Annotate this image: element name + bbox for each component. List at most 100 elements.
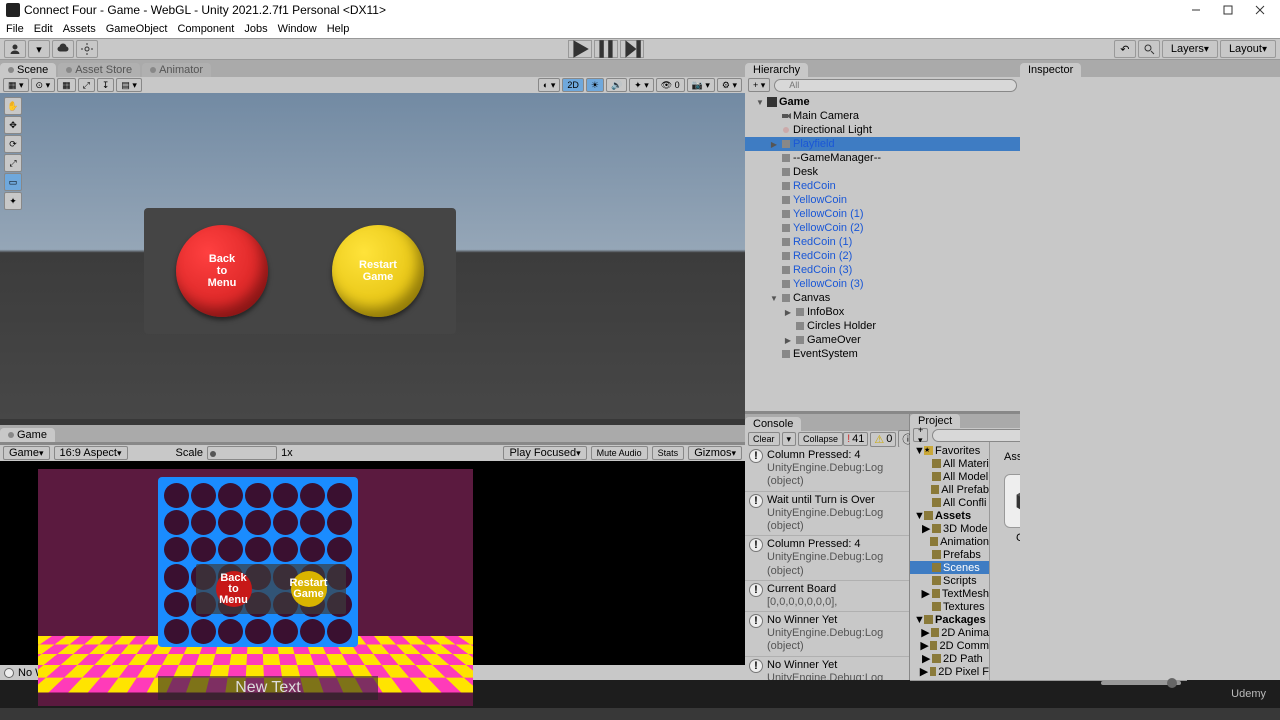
tab-animator[interactable]: Animator xyxy=(142,63,211,77)
scene-viewport[interactable]: ✋ ✥ ⟳ ⤢ ▭ ✦ Back to Menu Restart Game xyxy=(0,93,745,419)
tab-game[interactable]: Game xyxy=(0,428,55,442)
hierarchy-item[interactable]: ▶GameOver xyxy=(745,333,1020,347)
account-icon[interactable] xyxy=(4,40,26,58)
tab-hierarchy[interactable]: Hierarchy xyxy=(745,63,808,77)
project-tree-item[interactable]: ▶ 2D Pixel F xyxy=(910,665,989,678)
project-tree-item[interactable]: All Prefab xyxy=(910,483,989,496)
collapse-toggle[interactable]: Collapse xyxy=(798,432,843,446)
hidden-toggle[interactable]: 👁 0 xyxy=(656,78,685,92)
play-button[interactable] xyxy=(568,40,592,58)
hierarchy-item[interactable]: YellowCoin (1) xyxy=(745,207,1020,221)
menu-file[interactable]: File xyxy=(6,23,24,35)
menu-component[interactable]: Component xyxy=(177,23,234,35)
minimize-button[interactable] xyxy=(1182,1,1210,19)
lighting-toggle[interactable]: ☀ xyxy=(586,78,604,92)
menu-window[interactable]: Window xyxy=(278,23,317,35)
create-dropdown[interactable]: + ▾ xyxy=(748,78,770,92)
project-tree-item[interactable]: Scenes xyxy=(910,561,989,574)
project-tree-item[interactable]: Animation xyxy=(910,535,989,548)
hierarchy-search[interactable] xyxy=(774,79,1017,92)
hierarchy-tree[interactable]: ▼GameMain CameraDirectional Light▶Playfi… xyxy=(745,93,1020,411)
cloud-icon[interactable] xyxy=(52,40,74,58)
play-focused-dropdown[interactable]: Play Focused ▾ xyxy=(503,446,586,460)
dropdown-icon[interactable]: ▾ xyxy=(28,40,50,58)
hierarchy-item[interactable]: Circles Holder xyxy=(745,319,1020,333)
project-tree-item[interactable]: All Model xyxy=(910,470,989,483)
project-tree-item[interactable]: Textures xyxy=(910,600,989,613)
game-viewport[interactable]: Back to Menu Restart Game New Text xyxy=(0,461,745,665)
transform-tool[interactable]: ✦ xyxy=(4,192,22,210)
warn-filter[interactable]: ⚠0 xyxy=(870,432,896,447)
2d-toggle[interactable]: 2D xyxy=(562,78,584,92)
hierarchy-item[interactable]: Main Camera xyxy=(745,109,1020,123)
pause-button[interactable] xyxy=(594,40,618,58)
hierarchy-item[interactable]: --GameManager-- xyxy=(745,151,1020,165)
project-tree-item[interactable]: ▶ 2D Path xyxy=(910,652,989,665)
project-tree-item[interactable]: ▶ TextMesh xyxy=(910,587,989,600)
project-tree-item[interactable]: ▶ 3D Mode xyxy=(910,522,989,535)
back-to-menu-button[interactable]: Back to Menu xyxy=(176,225,268,317)
project-tree[interactable]: ▼★ Favorites All Materi All Model All Pr… xyxy=(910,442,990,680)
menu-help[interactable]: Help xyxy=(327,23,350,35)
search-icon[interactable] xyxy=(1138,40,1160,58)
gizmos-toggle[interactable]: ⚙ ▾ xyxy=(717,78,742,92)
hand-tool[interactable]: ✋ xyxy=(4,97,22,115)
project-tree-item[interactable]: Scripts xyxy=(910,574,989,587)
hierarchy-item[interactable]: YellowCoin (2) xyxy=(745,221,1020,235)
hierarchy-item[interactable]: Desk xyxy=(745,165,1020,179)
maximize-button[interactable] xyxy=(1214,1,1242,19)
inspector-body[interactable] xyxy=(1020,77,1280,680)
mute-audio-toggle[interactable]: Mute Audio xyxy=(591,446,648,460)
hierarchy-item[interactable]: YellowCoin (3) xyxy=(745,277,1020,291)
console-entry[interactable]: !No Winner YetUnityEngine.Debug:Log (obj… xyxy=(745,657,909,680)
hierarchy-item[interactable]: ▶InfoBox xyxy=(745,305,1020,319)
rect-tool[interactable]: ▭ xyxy=(4,173,22,191)
console-entry[interactable]: !Current Board[0,0,0,0,0,0,0], xyxy=(745,581,909,612)
fx-toggle[interactable]: ✦ ▾ xyxy=(629,78,654,92)
tool-handle-dropdown[interactable]: ▦ ▾ xyxy=(3,78,29,92)
clear-button[interactable]: Clear xyxy=(748,432,780,446)
menu-edit[interactable]: Edit xyxy=(34,23,53,35)
project-tree-item[interactable]: Prefabs xyxy=(910,548,989,561)
console-log[interactable]: !Column Pressed: 4UnityEngine.Debug:Log … xyxy=(745,447,909,680)
hierarchy-item[interactable]: Directional Light xyxy=(745,123,1020,137)
rotate-tool[interactable]: ⟳ xyxy=(4,135,22,153)
close-button[interactable] xyxy=(1246,1,1274,19)
console-entry[interactable]: !No Winner YetUnityEngine.Debug:Log (obj… xyxy=(745,612,909,657)
clear-dropdown[interactable]: ▾ xyxy=(782,432,797,446)
console-entry[interactable]: !Column Pressed: 4UnityEngine.Debug:Log … xyxy=(745,447,909,492)
gear-icon[interactable] xyxy=(76,40,98,58)
console-entry[interactable]: !Column Pressed: 4UnityEngine.Debug:Log … xyxy=(745,536,909,581)
hierarchy-item[interactable]: RedCoin xyxy=(745,179,1020,193)
hierarchy-item[interactable]: ▼Game xyxy=(745,95,1020,109)
project-tree-item[interactable]: All Materi xyxy=(910,457,989,470)
hierarchy-item[interactable]: RedCoin (3) xyxy=(745,263,1020,277)
tab-inspector[interactable]: Inspector xyxy=(1020,63,1081,77)
project-tree-item[interactable]: ▶ 2D Comm xyxy=(910,639,989,652)
camera-toggle[interactable]: 📷 ▾ xyxy=(687,78,715,92)
hierarchy-item[interactable]: RedCoin (2) xyxy=(745,249,1020,263)
menu-gameobject[interactable]: GameObject xyxy=(106,23,168,35)
undo-history-icon[interactable]: ↶ xyxy=(1114,40,1136,58)
error-filter[interactable]: !41 xyxy=(843,432,868,446)
project-tree-item[interactable]: ▼★ Favorites xyxy=(910,444,989,457)
display-dropdown[interactable]: Game ▾ xyxy=(3,446,50,460)
hierarchy-item[interactable]: EventSystem xyxy=(745,347,1020,361)
stats-toggle[interactable]: Stats xyxy=(652,446,685,460)
project-tree-item[interactable]: ▼ Assets xyxy=(910,509,989,522)
step-button[interactable] xyxy=(620,40,644,58)
tab-asset-store[interactable]: Asset Store xyxy=(58,63,140,77)
hierarchy-item[interactable]: ▶Playfield xyxy=(745,137,1020,151)
gizmos-dropdown[interactable]: Gizmos ▾ xyxy=(688,446,742,460)
scale-slider[interactable] xyxy=(207,446,277,460)
project-tree-item[interactable]: ▶ 2D Anima xyxy=(910,626,989,639)
project-tree-item[interactable]: All Confli xyxy=(910,496,989,509)
snap-toggle[interactable]: ⤢ xyxy=(78,78,95,92)
hierarchy-item[interactable]: RedCoin (1) xyxy=(745,235,1020,249)
hierarchy-item[interactable]: ▼Canvas xyxy=(745,291,1020,305)
restart-game-button[interactable]: Restart Game xyxy=(332,225,424,317)
audio-toggle[interactable]: 🔊 xyxy=(606,78,627,92)
scale-tool[interactable]: ⤢ xyxy=(4,154,22,172)
layout-dropdown[interactable]: Layout ▾ xyxy=(1220,40,1276,58)
create-asset-dropdown[interactable]: + ▾ xyxy=(913,428,928,442)
